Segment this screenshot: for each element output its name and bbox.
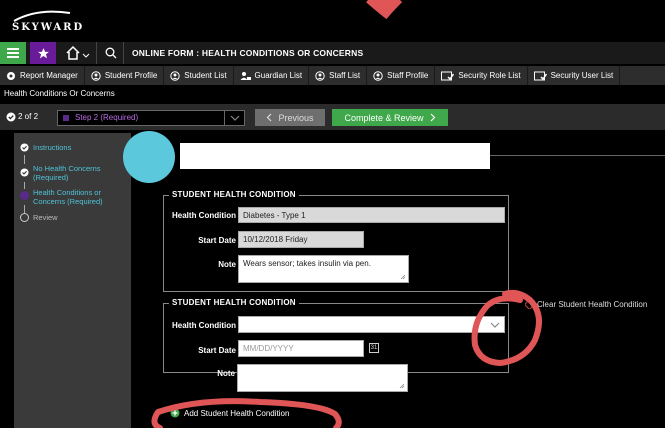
- sidebar-item-no-health-concerns[interactable]: No Health Concerns (Required): [20, 164, 115, 182]
- step-sidebar: Instructions No Health Concerns (Require…: [14, 133, 131, 428]
- start-date-label: Start Date: [198, 346, 236, 355]
- step-count: 2 of 2: [18, 112, 39, 121]
- calendar-icon[interactable]: 31: [369, 343, 379, 353]
- resize-handle-icon: [399, 383, 405, 389]
- header-divider: [490, 155, 665, 156]
- gear-icon: [7, 71, 15, 80]
- chevron-left-icon: [267, 113, 272, 122]
- add-circle-icon: [170, 408, 180, 418]
- sidebar-item-label: Health Conditions or Concerns (Required): [33, 188, 103, 206]
- remove-icon: [525, 300, 534, 309]
- check-circle-icon: [6, 112, 16, 122]
- chevron-down-icon: [224, 111, 244, 125]
- step-select-value: Step 2 (Required): [75, 113, 139, 122]
- note-field[interactable]: Wears sensor; takes insulin via pen.: [238, 255, 409, 283]
- start-date-input[interactable]: MM/DD/YYYY: [238, 340, 364, 357]
- step-status-dot: [63, 115, 69, 121]
- breadcrumb: Health Conditions Or Concerns: [0, 86, 665, 102]
- clear-label: Clear Student Health Condition: [537, 300, 648, 309]
- form-title: ONLINE FORM : HEALTH CONDITIONS OR CONCE…: [132, 48, 364, 58]
- home-button[interactable]: [60, 42, 96, 64]
- sidebar-item-label: Review: [33, 213, 58, 222]
- star-icon: [37, 47, 49, 58]
- security-user-icon: [533, 71, 547, 80]
- nav-divider: [123, 42, 124, 64]
- clear-health-condition-link[interactable]: Clear Student Health Condition: [525, 300, 647, 309]
- student-profile-icon: [91, 70, 101, 81]
- note-label: Note: [217, 369, 235, 378]
- health-condition-value: Diabetes - Type 1: [238, 207, 505, 223]
- app-logo: SKYWARD: [12, 22, 85, 33]
- resize-handle-icon: [400, 274, 406, 280]
- toolbar-security-user-list[interactable]: Security User List: [528, 66, 621, 85]
- sidebar-item-health-conditions[interactable]: Health Conditions or Concerns (Required): [20, 188, 120, 206]
- note-field-2[interactable]: [237, 364, 408, 392]
- note-label: Note: [218, 260, 236, 269]
- sidebar-item-label: Instructions: [33, 143, 72, 152]
- toolbar-report-manager[interactable]: Report Manager: [0, 66, 85, 85]
- pending-step-marker: [20, 213, 29, 222]
- complete-label: Complete & Review: [344, 112, 424, 123]
- guardian-icon: [240, 71, 251, 80]
- toolbar-label: Guardian List: [254, 71, 303, 80]
- start-date-label: Start Date: [198, 236, 236, 245]
- check-circle-icon: [20, 168, 29, 177]
- toolbar-guardian-list[interactable]: Guardian List: [234, 66, 310, 85]
- step-select[interactable]: Step 2 (Required): [57, 110, 245, 126]
- logo-swoosh-icon: [13, 10, 71, 22]
- search-button[interactable]: [99, 42, 123, 64]
- student-list-icon: [170, 70, 180, 81]
- health-condition-label: Health Condition: [172, 321, 236, 330]
- home-icon: [66, 46, 90, 60]
- security-role-icon: [441, 71, 455, 80]
- favorites-button[interactable]: [30, 42, 56, 64]
- toolbar-label: Staff List: [329, 71, 361, 80]
- step-bar: 2 of 2 Step 2 (Required) Previous Comple…: [0, 104, 665, 130]
- redaction-banner: [180, 143, 490, 169]
- sidebar-item-label: No Health Concerns (Required): [33, 164, 101, 182]
- complete-review-button[interactable]: Complete & Review: [332, 109, 448, 126]
- previous-button[interactable]: Previous: [255, 109, 325, 126]
- staff-list-icon: [315, 70, 325, 81]
- top-nav: ONLINE FORM : HEALTH CONDITIONS OR CONCE…: [0, 42, 665, 64]
- step-connector: [24, 205, 25, 213]
- logo-bar: SKYWARD: [0, 0, 665, 40]
- menu-button[interactable]: [0, 42, 26, 64]
- toolbar-label: Report Manager: [20, 71, 78, 80]
- toolbar-label: Student Profile: [104, 71, 158, 80]
- toolbar-security-role-list[interactable]: Security Role List: [435, 66, 528, 85]
- health-condition-select[interactable]: [238, 316, 505, 333]
- toolbar-student-profile[interactable]: Student Profile: [85, 66, 165, 85]
- start-date-value: 10/12/2018 Friday: [238, 231, 364, 248]
- chevron-down-icon: [490, 322, 500, 328]
- toolbar-label: Student List: [184, 71, 227, 80]
- toolbar-student-list[interactable]: Student List: [164, 66, 234, 85]
- toolbar-label: Security User List: [550, 71, 614, 80]
- current-step-marker: [20, 191, 29, 200]
- health-condition-section-1: STUDENT HEALTH CONDITION Health Conditio…: [163, 190, 509, 292]
- sidebar-item-instructions[interactable]: Instructions: [20, 143, 71, 152]
- staff-profile-icon: [373, 70, 383, 81]
- section-title: STUDENT HEALTH CONDITION: [169, 190, 299, 199]
- toolbar-staff-list[interactable]: Staff List: [309, 66, 368, 85]
- add-label: Add Student Health Condition: [184, 408, 290, 418]
- check-circle-icon: [20, 143, 29, 152]
- cyan-marker: [123, 131, 175, 183]
- health-condition-label: Health Condition: [172, 211, 236, 220]
- previous-label: Previous: [278, 112, 314, 123]
- toolbar-staff-profile[interactable]: Staff Profile: [367, 66, 436, 85]
- add-health-condition-link[interactable]: Add Student Health Condition: [170, 408, 289, 418]
- note-value: Wears sensor; takes insulin via pen.: [243, 259, 371, 268]
- search-icon: [105, 47, 117, 59]
- chevron-right-icon: [430, 113, 435, 122]
- nav-divider: [96, 42, 97, 64]
- toolbar: Report Manager Student Profile Student L…: [0, 66, 665, 85]
- hamburger-icon: [7, 48, 19, 58]
- toolbar-label: Security Role List: [458, 71, 521, 80]
- sidebar-item-review[interactable]: Review: [20, 213, 58, 222]
- step-connector: [24, 155, 25, 164]
- section-title: STUDENT HEALTH CONDITION: [169, 298, 299, 307]
- toolbar-label: Staff Profile: [387, 71, 429, 80]
- health-condition-section-2: STUDENT HEALTH CONDITION Health Conditio…: [163, 298, 509, 373]
